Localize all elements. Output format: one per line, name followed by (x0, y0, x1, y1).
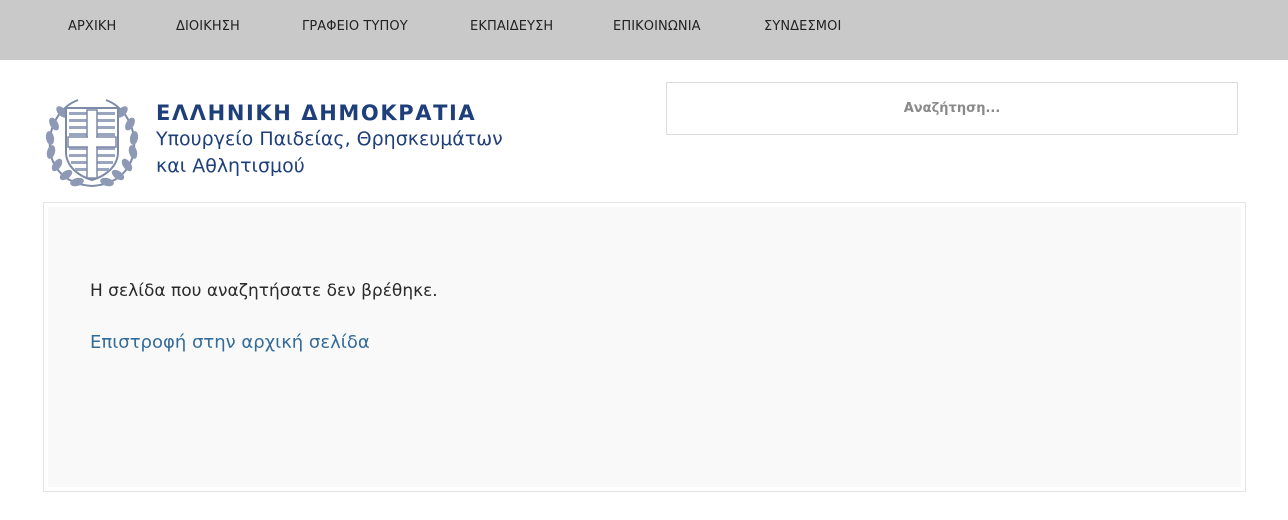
top-navigation-bar: ΑΡΧΙΚΗ ΔΙΟΙΚΗΣΗ ΓΡΑΦΕΙΟ ΤΥΠΟΥ ΕΚΠΑΙΔΕΥΣΗ… (0, 0, 1288, 60)
content-panel-inner: Η σελίδα που αναζητήσατε δεν βρέθηκε. Επ… (48, 207, 1241, 487)
nav-item-contact[interactable]: ΕΠΙΚΟΙΝΩΝΙΑ (613, 19, 701, 34)
back-to-home-link[interactable]: Επιστροφή στην αρχική σελίδα (90, 332, 370, 353)
search-box (666, 82, 1238, 135)
greek-coat-of-arms-icon (45, 99, 139, 187)
not-found-message: Η σελίδα που αναζητήσατε δεν βρέθηκε. (90, 281, 438, 301)
ministry-logo[interactable]: ΕΛΛΗΝΙΚΗ ΔΗΜΟΚΡΑΤΙΑ Υπουργείο Παιδείας, … (44, 94, 524, 194)
logo-ministry-line1: Υπουργείο Παιδείας, Θρησκευμάτων (156, 128, 503, 150)
nav-item-education[interactable]: ΕΚΠΑΙΔΕΥΣΗ (470, 19, 553, 34)
nav-item-links[interactable]: ΣΥΝΔΕΣΜΟΙ (764, 19, 841, 34)
logo-ministry-line2: και Αθλητισμού (156, 155, 305, 177)
ministry-name: ΕΛΛΗΝΙΚΗ ΔΗΜΟΚΡΑΤΙΑ Υπουργείο Παιδείας, … (156, 100, 503, 180)
nav-item-home[interactable]: ΑΡΧΙΚΗ (68, 19, 116, 34)
nav-item-administration[interactable]: ΔΙΟΙΚΗΣΗ (176, 19, 240, 34)
search-input[interactable] (667, 83, 1237, 134)
content-panel: Η σελίδα που αναζητήσατε δεν βρέθηκε. Επ… (43, 202, 1246, 492)
logo-country-name: ΕΛΛΗΝΙΚΗ ΔΗΜΟΚΡΑΤΙΑ (156, 101, 477, 125)
nav-item-press-office[interactable]: ΓΡΑΦΕΙΟ ΤΥΠΟΥ (302, 19, 408, 34)
